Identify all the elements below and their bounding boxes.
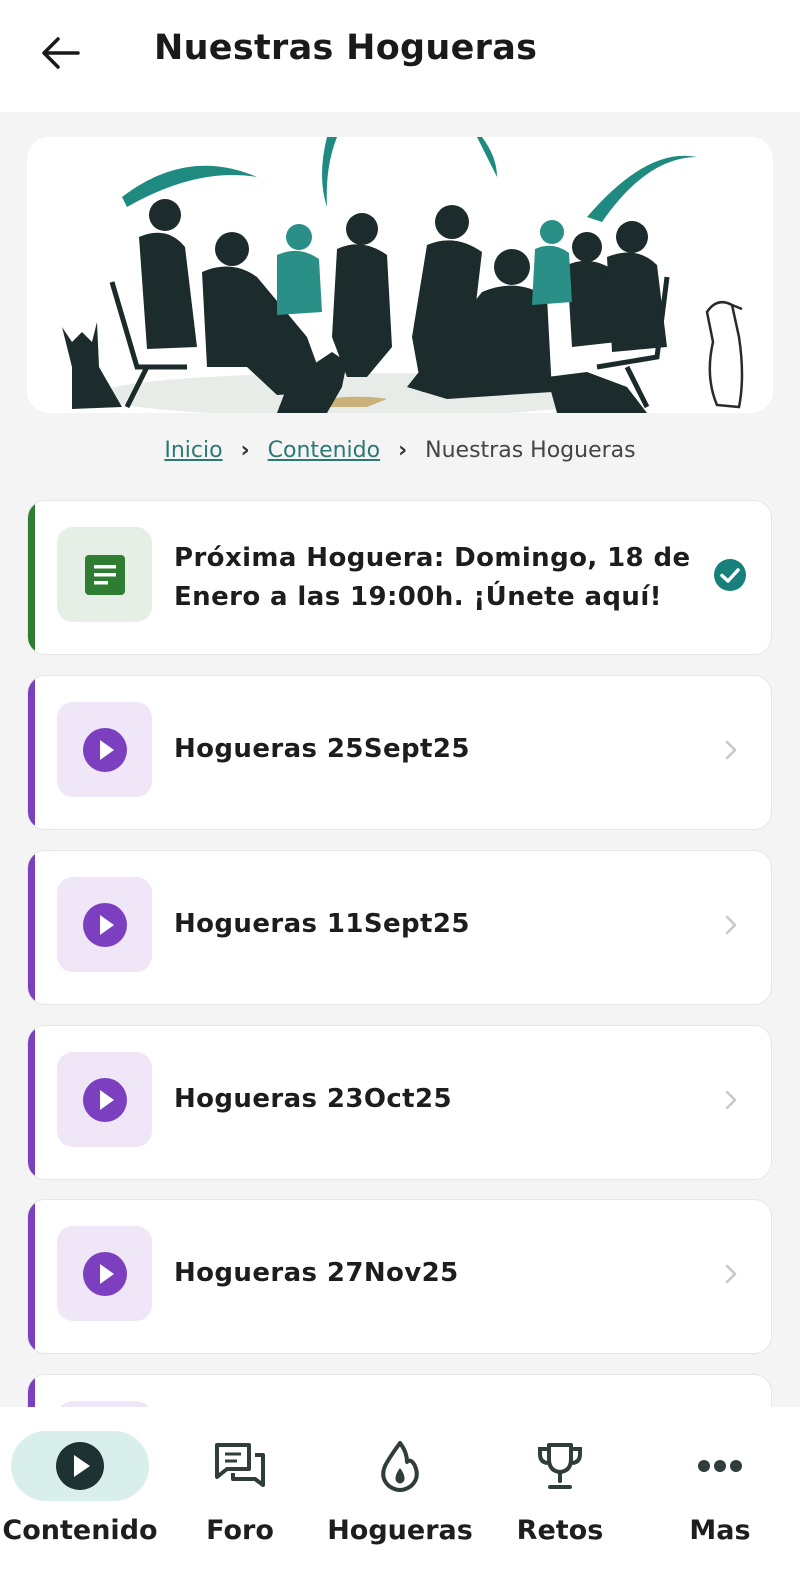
- lesson-thumb: [57, 1052, 152, 1147]
- accent-bar: [28, 851, 35, 1004]
- accent-bar: [28, 1200, 35, 1353]
- nav-icon-wrap: [11, 1431, 149, 1501]
- lesson-thumb: [57, 877, 152, 972]
- people-circle-illustration: [27, 137, 773, 413]
- nav-contenido[interactable]: Contenido: [0, 1407, 160, 1570]
- nav-label: Mas: [689, 1515, 751, 1546]
- flame-icon: [381, 1441, 419, 1492]
- lesson-title: Hogueras 11Sept25: [174, 909, 470, 939]
- breadcrumb-inicio[interactable]: Inicio: [164, 438, 222, 463]
- trophy-icon: [538, 1443, 582, 1489]
- lesson-card-proxima-hoguera[interactable]: Próxima Hoguera: Domingo, 18 de Enero a …: [27, 500, 772, 655]
- play-circle-icon: [56, 1442, 104, 1490]
- nav-icon-wrap: [331, 1431, 469, 1501]
- chat-icon: [215, 1443, 265, 1487]
- chevron-right-icon: [725, 915, 737, 935]
- back-button[interactable]: [30, 30, 90, 76]
- lesson-title: Próxima Hoguera: Domingo, 18 de Enero a …: [174, 543, 691, 612]
- chevron-right-icon: [725, 740, 737, 760]
- lesson-card-27nov25[interactable]: Hogueras 27Nov25: [27, 1199, 772, 1354]
- play-icon: [82, 902, 127, 947]
- check-circle-icon: [714, 559, 746, 591]
- nav-foro[interactable]: Foro: [160, 1407, 320, 1570]
- document-icon: [84, 554, 125, 595]
- lesson-card-23oct25[interactable]: Hogueras 23Oct25: [27, 1025, 772, 1180]
- play-icon: [82, 1077, 127, 1122]
- breadcrumb: Inicio › Contenido › Nuestras Hogueras: [0, 438, 800, 463]
- play-icon: [82, 727, 127, 772]
- nav-icon-wrap: [491, 1431, 629, 1501]
- lesson-thumb: [57, 702, 152, 797]
- banner-image: [27, 137, 773, 413]
- nav-label: Foro: [206, 1515, 274, 1546]
- play-icon: [82, 1251, 127, 1296]
- arrow-left-icon: [42, 37, 80, 69]
- nav-retos[interactable]: Retos: [480, 1407, 640, 1570]
- lesson-thumb: [57, 1226, 152, 1321]
- chevron-right-icon: ›: [240, 438, 250, 463]
- bottom-navigation: Contenido Foro Hogueras Retos Mas: [0, 1407, 800, 1570]
- accent-bar: [28, 501, 35, 654]
- lesson-title: Hogueras 27Nov25: [174, 1258, 459, 1288]
- accent-bar: [28, 1026, 35, 1179]
- breadcrumb-current: Nuestras Hogueras: [425, 438, 636, 463]
- nav-label: Retos: [516, 1515, 604, 1546]
- chevron-right-icon: [725, 1264, 737, 1284]
- nav-mas[interactable]: Mas: [640, 1407, 800, 1570]
- chevron-right-icon: ›: [398, 438, 408, 463]
- lesson-thumb: [57, 527, 152, 622]
- more-icon: [698, 1460, 742, 1472]
- page-title: Nuestras Hogueras: [154, 28, 538, 68]
- lesson-title: Hogueras 23Oct25: [174, 1084, 452, 1114]
- lesson-card-11sept25[interactable]: Hogueras 11Sept25: [27, 850, 772, 1005]
- nav-label: Contenido: [2, 1515, 158, 1546]
- top-app-bar: Nuestras Hogueras: [0, 0, 800, 112]
- chevron-right-icon: [725, 1090, 737, 1110]
- nav-hogueras[interactable]: Hogueras: [320, 1407, 480, 1570]
- lesson-title: Hogueras 25Sept25: [174, 734, 470, 764]
- nav-label: Hogueras: [327, 1515, 473, 1546]
- lesson-card-25sept25[interactable]: Hogueras 25Sept25: [27, 675, 772, 830]
- nav-icon-wrap: [651, 1431, 789, 1501]
- breadcrumb-contenido[interactable]: Contenido: [268, 438, 380, 463]
- nav-icon-wrap: [171, 1431, 309, 1501]
- accent-bar: [28, 676, 35, 829]
